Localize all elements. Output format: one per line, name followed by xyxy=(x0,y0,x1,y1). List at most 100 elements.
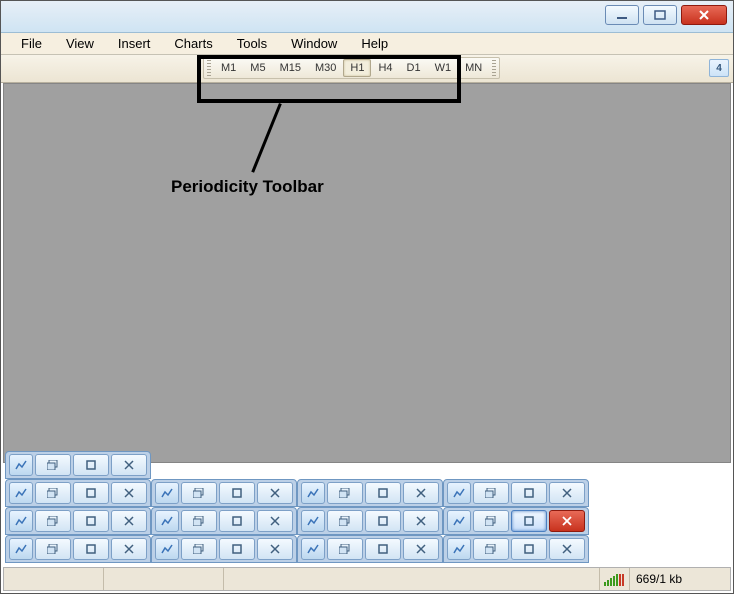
chart-icon[interactable] xyxy=(447,510,471,532)
chart-close-button[interactable] xyxy=(403,538,439,560)
minimized-chart-active xyxy=(443,507,589,535)
menubar: File View Insert Charts Tools Window Hel… xyxy=(1,33,733,55)
window-titlebar xyxy=(1,1,733,33)
minimized-chart xyxy=(5,479,151,507)
minimized-chart xyxy=(151,507,297,535)
chart-icon[interactable] xyxy=(301,538,325,560)
chart-maximize-button[interactable] xyxy=(365,510,401,532)
chart-maximize-button[interactable] xyxy=(511,482,547,504)
timeframe-h4-button[interactable]: H4 xyxy=(371,59,399,77)
chart-maximize-button[interactable] xyxy=(511,538,547,560)
chart-maximize-button[interactable] xyxy=(73,454,109,476)
chart-icon[interactable] xyxy=(9,510,33,532)
chart-close-button[interactable] xyxy=(549,510,585,532)
chart-close-button[interactable] xyxy=(111,454,147,476)
chart-workspace xyxy=(3,83,731,463)
toolbar-grip-icon[interactable] xyxy=(207,60,211,76)
window-close-button[interactable] xyxy=(681,5,727,25)
chart-restore-button[interactable] xyxy=(181,510,217,532)
chart-restore-button[interactable] xyxy=(327,538,363,560)
timeframe-m30-button[interactable]: M30 xyxy=(308,59,343,77)
timeframe-w1-button[interactable]: W1 xyxy=(428,59,459,77)
minimized-charts-area xyxy=(5,451,729,563)
chart-maximize-button[interactable] xyxy=(511,510,547,532)
chart-maximize-button[interactable] xyxy=(73,510,109,532)
periodicity-toolbar: M1 M5 M15 M30 H1 H4 D1 W1 MN xyxy=(203,57,500,79)
menu-help[interactable]: Help xyxy=(349,34,400,53)
chart-maximize-button[interactable] xyxy=(219,538,255,560)
status-cell xyxy=(4,568,104,590)
menu-charts[interactable]: Charts xyxy=(162,34,224,53)
chart-restore-button[interactable] xyxy=(35,538,71,560)
minimized-chart xyxy=(151,479,297,507)
chart-maximize-button[interactable] xyxy=(365,482,401,504)
chart-restore-button[interactable] xyxy=(35,482,71,504)
timeframe-h1-button[interactable]: H1 xyxy=(343,59,371,77)
chart-maximize-button[interactable] xyxy=(365,538,401,560)
chart-restore-button[interactable] xyxy=(181,538,217,560)
chart-icon[interactable] xyxy=(301,482,325,504)
chart-restore-button[interactable] xyxy=(35,454,71,476)
chart-icon[interactable] xyxy=(447,482,471,504)
chart-close-button[interactable] xyxy=(549,538,585,560)
minimized-chart xyxy=(5,535,151,563)
chart-close-button[interactable] xyxy=(257,510,293,532)
connection-indicator xyxy=(600,568,630,590)
chart-maximize-button[interactable] xyxy=(73,482,109,504)
timeframe-m1-button[interactable]: M1 xyxy=(214,59,243,77)
chart-restore-button[interactable] xyxy=(181,482,217,504)
minimized-chart xyxy=(151,535,297,563)
timeframe-m5-button[interactable]: M5 xyxy=(243,59,272,77)
statusbar: 669/1 kb xyxy=(3,567,731,591)
chart-icon[interactable] xyxy=(301,510,325,532)
chart-icon[interactable] xyxy=(155,482,179,504)
connection-stats: 669/1 kb xyxy=(630,568,730,590)
chart-maximize-button[interactable] xyxy=(73,538,109,560)
timeframe-d1-button[interactable]: D1 xyxy=(400,59,428,77)
chart-icon[interactable] xyxy=(155,538,179,560)
status-cell xyxy=(224,568,600,590)
menu-tools[interactable]: Tools xyxy=(225,34,279,53)
chart-restore-button[interactable] xyxy=(473,482,509,504)
minimized-chart xyxy=(297,507,443,535)
chart-restore-button[interactable] xyxy=(473,510,509,532)
menu-file[interactable]: File xyxy=(9,34,54,53)
chart-icon[interactable] xyxy=(9,482,33,504)
toolbar-grip-icon[interactable] xyxy=(492,60,496,76)
chart-close-button[interactable] xyxy=(111,510,147,532)
chart-icon[interactable] xyxy=(447,538,471,560)
chart-close-button[interactable] xyxy=(257,482,293,504)
chart-restore-button[interactable] xyxy=(327,482,363,504)
timeframe-mn-button[interactable]: MN xyxy=(458,59,489,77)
menu-window[interactable]: Window xyxy=(279,34,349,53)
chart-close-button[interactable] xyxy=(111,482,147,504)
chart-close-button[interactable] xyxy=(403,510,439,532)
chart-icon[interactable] xyxy=(9,538,33,560)
chart-icon[interactable] xyxy=(155,510,179,532)
chart-maximize-button[interactable] xyxy=(219,510,255,532)
timeframe-m15-button[interactable]: M15 xyxy=(273,59,308,77)
minimized-chart xyxy=(297,535,443,563)
status-cell xyxy=(104,568,224,590)
signal-bars-icon xyxy=(604,572,624,586)
chart-close-button[interactable] xyxy=(549,482,585,504)
window-minimize-button[interactable] xyxy=(605,5,639,25)
menu-insert[interactable]: Insert xyxy=(106,34,163,53)
minimized-chart xyxy=(5,451,151,479)
chart-close-button[interactable] xyxy=(111,538,147,560)
chart-close-button[interactable] xyxy=(403,482,439,504)
chart-restore-button[interactable] xyxy=(327,510,363,532)
window-maximize-button[interactable] xyxy=(643,5,677,25)
minimized-chart xyxy=(443,535,589,563)
chart-icon[interactable] xyxy=(9,454,33,476)
menu-view[interactable]: View xyxy=(54,34,106,53)
toolbar-row: M1 M5 M15 M30 H1 H4 D1 W1 MN 4 xyxy=(1,55,733,83)
chart-restore-button[interactable] xyxy=(35,510,71,532)
chart-count-badge[interactable]: 4 xyxy=(709,59,729,77)
chart-maximize-button[interactable] xyxy=(219,482,255,504)
minimized-chart xyxy=(297,479,443,507)
chart-restore-button[interactable] xyxy=(473,538,509,560)
minimized-chart xyxy=(5,507,151,535)
chart-close-button[interactable] xyxy=(257,538,293,560)
minimized-chart xyxy=(443,479,589,507)
